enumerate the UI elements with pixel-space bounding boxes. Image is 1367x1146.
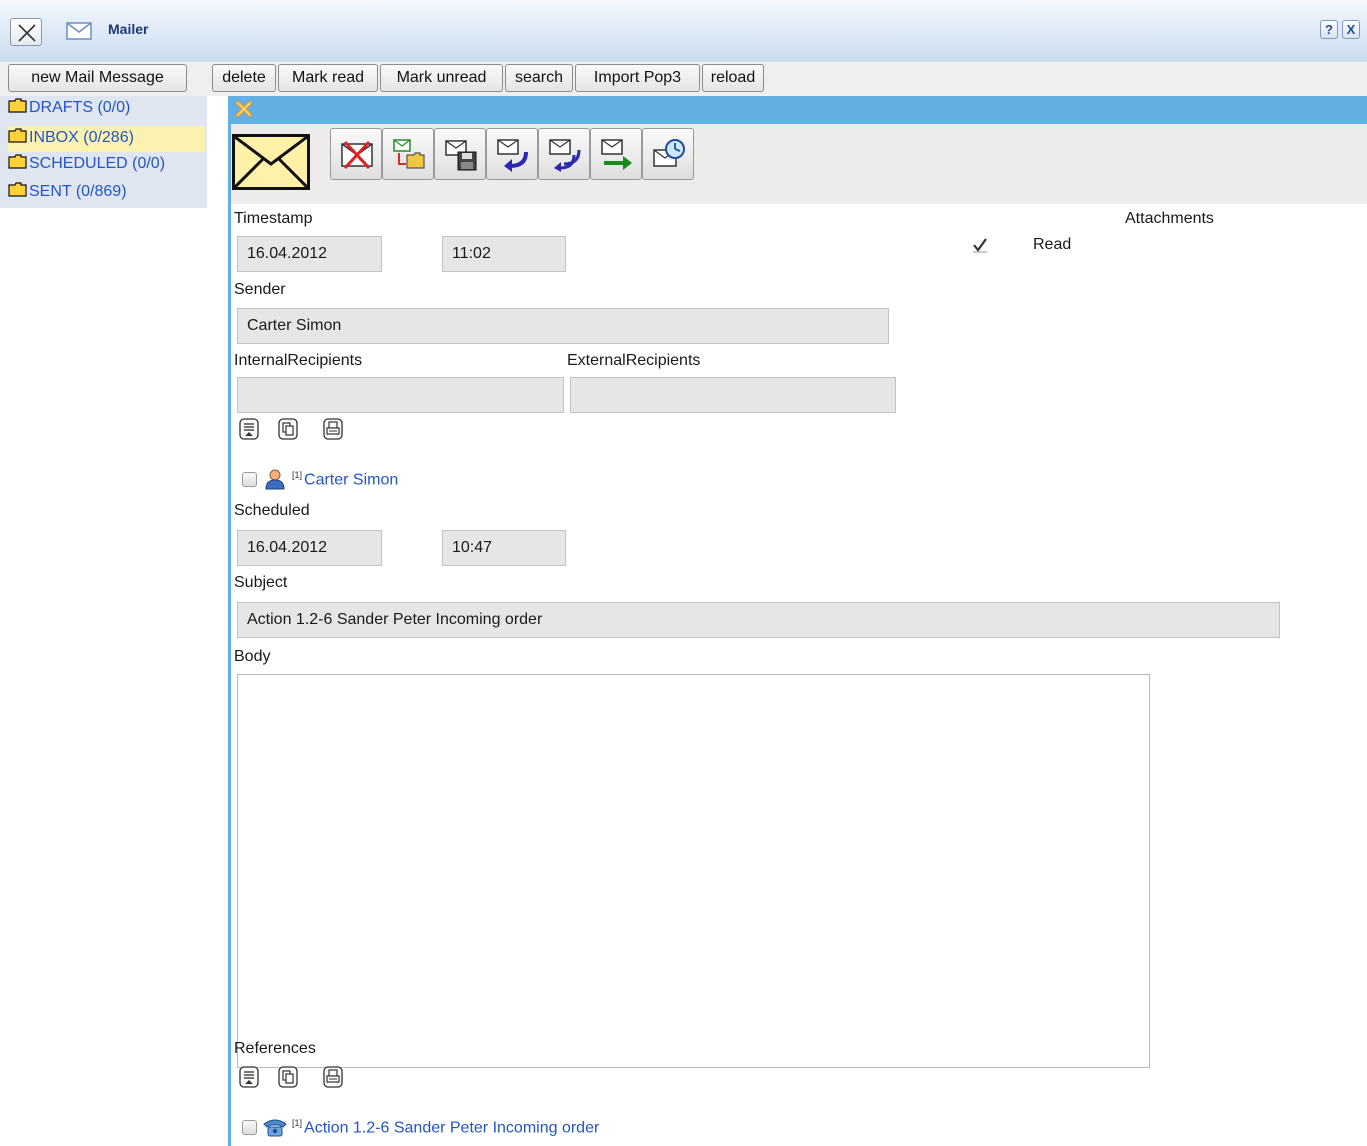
delete-mail-button[interactable] — [330, 128, 382, 180]
new-mail-button[interactable]: new Mail Message — [8, 64, 187, 92]
title-bar: Mailer ? X — [0, 0, 1367, 62]
reference-index: [1] — [292, 1118, 303, 1128]
help-button[interactable]: ? — [1320, 20, 1338, 39]
folder-icon — [8, 98, 27, 113]
mark-read-button[interactable]: Mark read — [278, 64, 378, 92]
reply-all-icon — [549, 139, 581, 172]
reload-button[interactable]: reload — [702, 64, 764, 92]
recipient-name: Carter Simon — [304, 471, 399, 489]
folder-label: SCHEDULED (0/0) — [29, 155, 166, 172]
scheduled-time-field[interactable]: 10:47 — [442, 530, 566, 566]
print-icon[interactable] — [323, 418, 343, 440]
move-folder-icon — [393, 139, 425, 169]
delete-mail-icon — [341, 140, 373, 170]
timestamp-date-field[interactable]: 16.04.2012 — [237, 236, 382, 272]
mail-app-icon — [66, 22, 92, 40]
reply-all-button[interactable] — [538, 128, 590, 180]
schedule-mail-icon — [653, 139, 685, 167]
import-pop3-button[interactable]: Import Pop3 — [575, 64, 700, 92]
close-panel-icon[interactable] — [235, 100, 253, 118]
folder-label: INBOX (0/286) — [29, 129, 134, 146]
external-recipients-label: ExternalRecipients — [567, 352, 701, 369]
external-recipients-field[interactable] — [570, 377, 896, 413]
recipient-checkbox[interactable] — [242, 472, 257, 487]
reference-name: Action 1.2-6 Sander Peter Incoming order — [304, 1119, 600, 1137]
body-textarea[interactable] — [237, 674, 1150, 1068]
mark-unread-button[interactable]: Mark unread — [380, 64, 503, 92]
panel-header — [231, 96, 1367, 124]
forward-button[interactable] — [590, 128, 642, 180]
references-copy-icon[interactable] — [278, 1066, 298, 1088]
folder-inbox[interactable]: INBOX (0/286) — [8, 126, 205, 152]
main-toolbar: new Mail Message delete Mark read Mark u… — [0, 62, 1367, 96]
close-icon — [18, 24, 36, 42]
message-panel: Timestamp 16.04.2012 11:02 Attachments R… — [228, 96, 1367, 1146]
folder-icon — [8, 182, 27, 197]
reply-icon — [497, 139, 528, 172]
scheduled-date-field[interactable]: 16.04.2012 — [237, 530, 382, 566]
internal-recipients-field[interactable] — [237, 377, 564, 413]
recipient-link[interactable]: [1] Carter Simon — [292, 470, 398, 489]
move-to-folder-button[interactable] — [382, 128, 434, 180]
sender-label: Sender — [234, 281, 286, 298]
window-title: Mailer — [108, 21, 149, 37]
reply-button[interactable] — [486, 128, 538, 180]
read-label: Read — [1033, 236, 1072, 253]
copy-icon[interactable] — [278, 418, 298, 440]
save-mail-button[interactable] — [434, 128, 486, 180]
person-icon — [265, 469, 285, 490]
reference-link[interactable]: [1] Action 1.2-6 Sander Peter Incoming or… — [292, 1118, 599, 1137]
references-print-icon[interactable] — [323, 1066, 343, 1088]
internal-recipients-label: InternalRecipients — [234, 352, 363, 369]
folder-sidebar: DRAFTS (0/0) INBOX (0/286) SCHEDULED (0/… — [0, 96, 207, 208]
recipient-index: [1] — [292, 470, 303, 480]
folder-label: DRAFTS (0/0) — [29, 99, 131, 116]
attachments-label: Attachments — [1125, 210, 1214, 227]
subject-label: Subject — [234, 574, 288, 591]
close-button[interactable]: X — [1342, 20, 1360, 39]
schedule-mail-button[interactable] — [642, 128, 694, 180]
folder-scheduled[interactable]: SCHEDULED (0/0) — [8, 152, 205, 178]
sender-field[interactable]: Carter Simon — [237, 308, 889, 344]
folder-sent[interactable]: SENT (0/869) — [8, 180, 205, 206]
action-strip — [231, 124, 1367, 204]
folder-icon — [8, 128, 27, 143]
mail-envelope-icon — [232, 134, 310, 190]
list-icon[interactable] — [239, 418, 259, 440]
forward-icon — [601, 139, 632, 170]
reference-checkbox[interactable] — [242, 1120, 257, 1135]
phone-icon — [263, 1119, 287, 1137]
folder-icon — [8, 154, 27, 169]
timestamp-time-field[interactable]: 11:02 — [442, 236, 566, 272]
references-label: References — [234, 1040, 316, 1057]
delete-button[interactable]: delete — [212, 64, 276, 92]
folder-drafts[interactable]: DRAFTS (0/0) — [8, 96, 205, 122]
folder-label: SENT (0/869) — [29, 183, 127, 200]
timestamp-label: Timestamp — [234, 210, 313, 227]
search-button[interactable]: search — [505, 64, 573, 92]
references-list-icon[interactable] — [239, 1066, 259, 1088]
close-window-button[interactable] — [10, 18, 42, 46]
body-label: Body — [234, 648, 271, 665]
read-checkmark-icon[interactable] — [971, 236, 989, 254]
save-mail-icon — [445, 140, 477, 171]
scheduled-label: Scheduled — [234, 502, 310, 519]
subject-field[interactable]: Action 1.2-6 Sander Peter Incoming order — [237, 602, 1280, 638]
